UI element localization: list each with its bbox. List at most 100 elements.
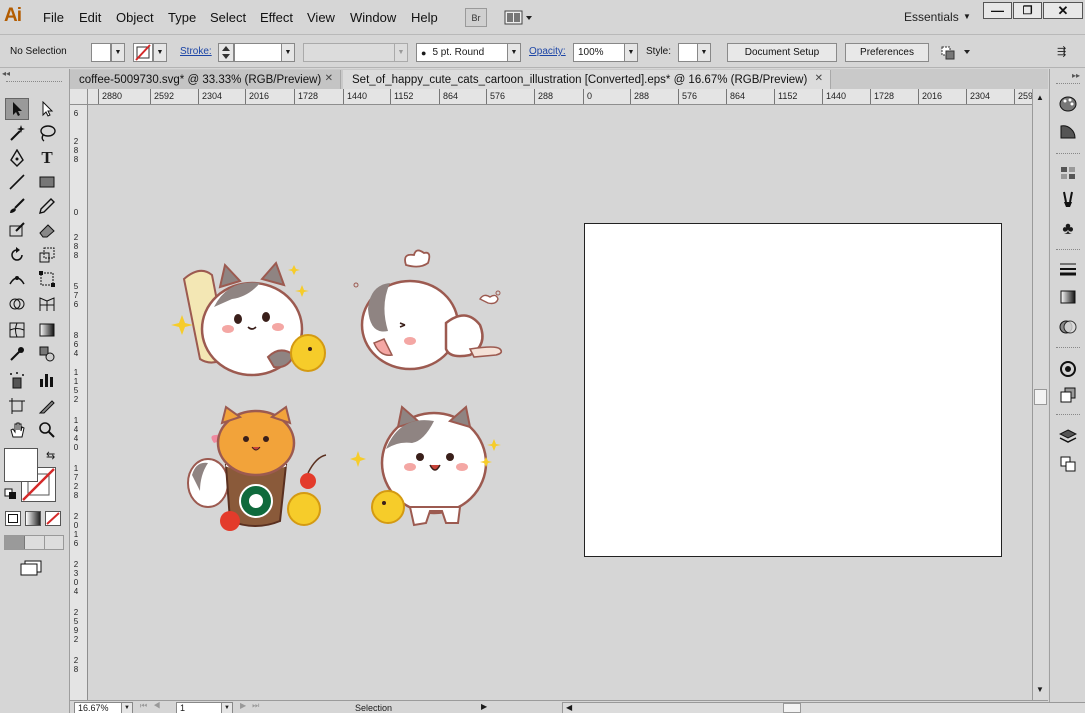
vertical-ruler[interactable]: 6 2 8 8 0 2 8 8 5 7 6 8 6 4 1 1 5 2 1 4 … [70,105,88,700]
appearance-panel-button[interactable] [1058,359,1078,379]
brush-definition[interactable]: ● 5 pt. Round [416,43,508,62]
selection-tool[interactable] [5,98,29,120]
scroll-up-icon[interactable]: ▲ [1036,93,1044,102]
symbols-panel-button[interactable]: ♣ [1058,219,1078,239]
minimize-button[interactable]: — [983,2,1012,19]
slice-tool[interactable] [35,395,59,417]
blend-tool[interactable] [35,343,59,365]
vertical-scroll-thumb[interactable] [1034,389,1047,405]
graphic-styles-panel-button[interactable] [1058,385,1078,405]
artboard-number-field[interactable]: 1 [176,702,222,713]
arrange-documents-button[interactable] [504,8,534,27]
pencil-tool[interactable] [35,195,59,217]
ruler-origin[interactable] [70,89,88,105]
mesh-tool[interactable] [5,319,29,341]
line-segment-tool[interactable] [5,171,29,193]
menu-type[interactable]: Type [168,10,196,25]
stroke-label[interactable]: Stroke: [180,46,212,57]
pen-tool[interactable] [5,147,29,169]
collapse-panel-icon[interactable]: ◂◂ [2,69,10,78]
transparency-panel-button[interactable] [1058,317,1078,337]
default-fill-stroke-icon[interactable] [4,488,18,503]
stroke-panel-button[interactable] [1058,259,1078,279]
expand-panels-icon[interactable]: ▸▸ [1072,71,1080,80]
symbol-sprayer-tool[interactable] [5,369,29,391]
opacity-input[interactable]: 100% [573,43,625,62]
rotate-tool[interactable] [5,244,29,266]
tab-coffee-document[interactable]: coffee-5009730.svg* @ 33.33% (RGB/Previe… [70,70,341,89]
cat-lying-illustration[interactable] [350,245,518,375]
variable-width-profile[interactable] [303,43,395,62]
menu-edit[interactable]: Edit [79,10,101,25]
fill-dropdown[interactable]: ▼ [111,43,125,62]
direct-selection-tool[interactable] [35,98,59,120]
lasso-tool[interactable] [35,122,59,144]
close-tab-icon[interactable]: ✕ [325,73,333,84]
draw-normal-button[interactable] [5,536,25,549]
width-tool[interactable] [5,268,29,290]
cat-with-coffee-cup-illustration[interactable] [186,405,334,533]
color-guide-button[interactable] [1058,122,1078,142]
column-graph-tool[interactable] [35,369,59,391]
eraser-tool[interactable] [35,219,59,241]
menu-select[interactable]: Select [210,10,246,25]
vertical-scrollbar[interactable]: ▲ ▼ [1032,89,1048,700]
graphic-style-dropdown[interactable]: ▼ [697,43,711,62]
gradient-mode-button[interactable] [25,511,41,526]
close-button[interactable]: ✕ [1043,2,1083,19]
paintbrush-tool[interactable] [5,195,29,217]
menu-window[interactable]: Window [350,10,396,25]
menu-file[interactable]: File [43,10,64,25]
artboard-nav-first-prev[interactable]: ⏮◀ [140,701,166,711]
scroll-down-icon[interactable]: ▼ [1036,685,1044,694]
artboards-panel-button[interactable] [1058,454,1078,474]
zoom-dropdown[interactable]: ▼ [121,702,133,713]
hand-tool[interactable] [5,419,29,441]
artboard[interactable] [584,223,1002,557]
close-tab-icon[interactable]: ✕ [815,73,823,84]
artboard-nav-next-last[interactable]: ▶⏭ [240,701,265,711]
color-mode-button[interactable] [5,511,21,526]
perspective-grid-tool[interactable] [35,293,59,315]
tab-cats-document[interactable]: Set_of_happy_cute_cats_cartoon_illustrat… [343,70,831,89]
workspace-switcher[interactable]: Essentials [904,10,959,24]
color-panel-button[interactable] [1058,94,1078,114]
draw-behind-button[interactable] [25,536,45,549]
blob-brush-tool[interactable] [5,219,29,241]
zoom-level-field[interactable]: 16.67% [74,702,122,713]
cat-with-scroll-illustration[interactable] [170,257,330,382]
opacity-dropdown[interactable]: ▼ [624,43,638,62]
fill-swatch[interactable] [91,43,111,62]
canvas[interactable] [88,105,1032,700]
type-tool[interactable]: T [35,147,59,169]
shape-builder-tool[interactable] [5,293,29,315]
bridge-button[interactable]: Br [465,8,487,27]
brush-dropdown[interactable]: ▼ [507,43,521,62]
magic-wand-tool[interactable] [5,122,29,144]
screen-mode-button[interactable] [20,560,42,579]
free-transform-tool[interactable] [35,268,59,290]
eyedropper-tool[interactable] [5,343,29,365]
stroke-dropdown[interactable]: ▼ [153,43,167,62]
stroke-weight-dropdown[interactable]: ▼ [281,43,295,62]
zoom-tool[interactable] [35,419,59,441]
none-mode-button[interactable] [45,511,61,526]
preferences-button[interactable]: Preferences [845,43,929,62]
horizontal-scrollbar[interactable]: ◀ ▶ [562,702,1085,713]
fill-color-swatch[interactable] [4,448,38,482]
artboard-tool[interactable] [5,395,29,417]
current-tool-status[interactable]: Selection [355,703,392,713]
horizontal-ruler[interactable]: 2880 2592 2304 2016 1728 1440 1152 864 5… [88,89,1032,105]
stroke-weight-input[interactable] [234,43,282,62]
swap-fill-stroke-icon[interactable]: ⇆ [46,449,55,462]
arrange-button[interactable] [940,44,974,62]
panel-menu-icon[interactable]: ⇶ [1057,45,1073,59]
status-menu-arrow-icon[interactable]: ▶ [481,702,487,711]
opacity-label[interactable]: Opacity: [529,46,566,57]
gradient-tool[interactable] [35,319,59,341]
menu-view[interactable]: View [307,10,335,25]
layers-panel-button[interactable] [1058,427,1078,447]
menu-help[interactable]: Help [411,10,438,25]
menu-object[interactable]: Object [116,10,154,25]
scale-tool[interactable] [35,244,59,266]
